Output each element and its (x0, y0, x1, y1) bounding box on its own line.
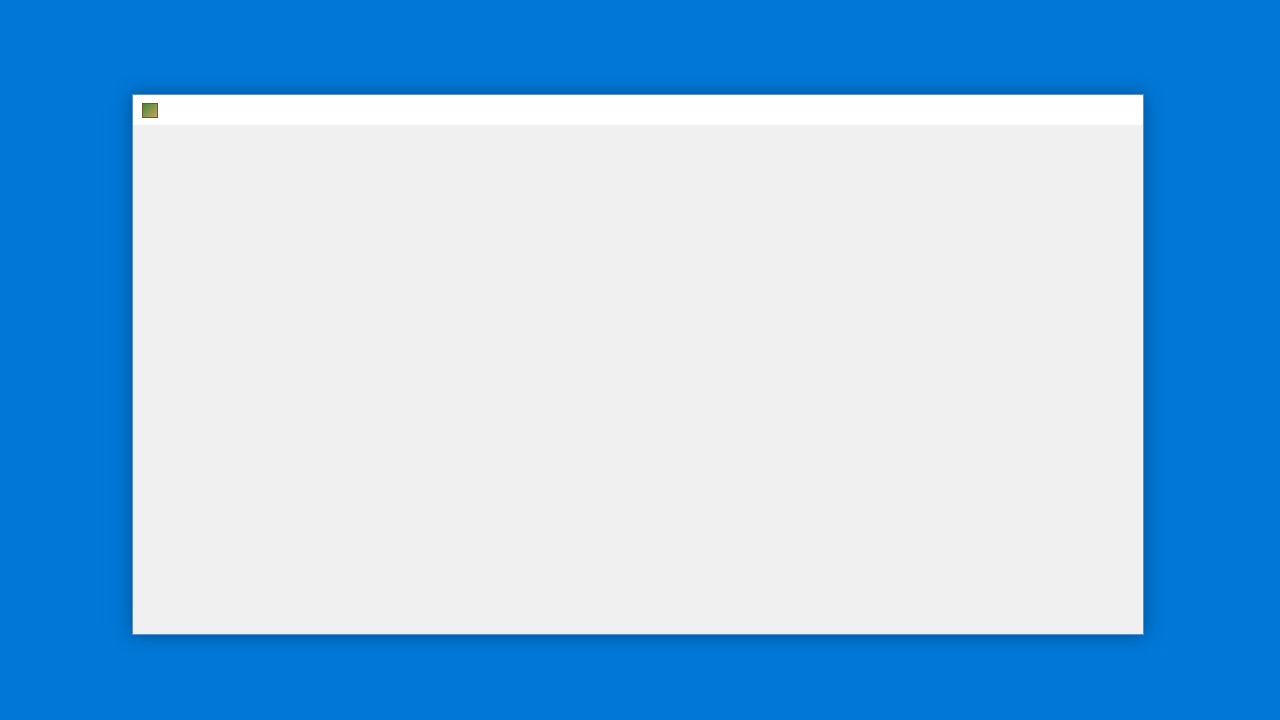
picture-viewer-icon (142, 103, 158, 118)
picture-viewer-window (132, 94, 1144, 635)
title-bar (133, 95, 1143, 125)
